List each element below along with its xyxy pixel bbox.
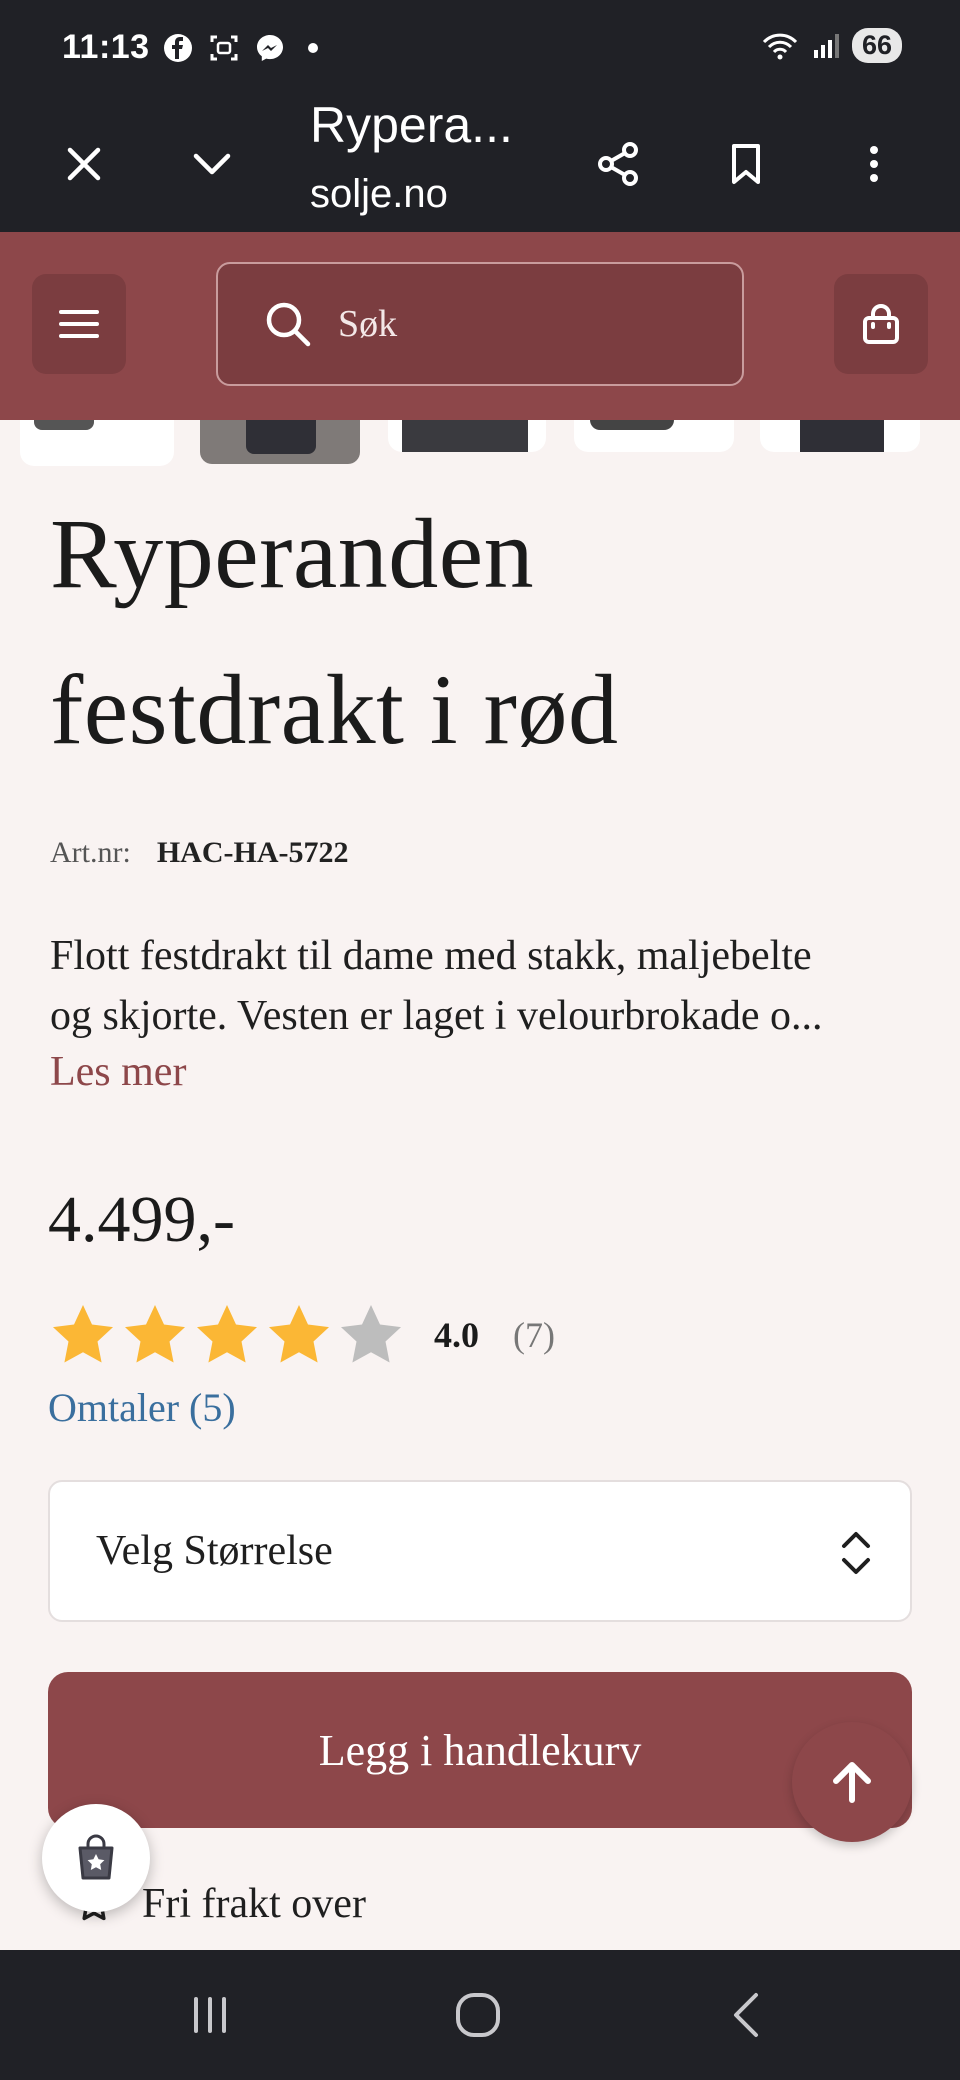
- close-tab-button[interactable]: [44, 124, 124, 204]
- share-button[interactable]: [578, 124, 658, 204]
- rating-stars: [48, 1300, 406, 1370]
- size-select[interactable]: Velg Størrelse: [48, 1480, 912, 1622]
- product-price: 4.499,-: [48, 1183, 235, 1256]
- page-title: Rypera...: [310, 97, 513, 153]
- menu-button[interactable]: [32, 274, 126, 374]
- status-bar: 11:13 66: [0, 0, 960, 96]
- shipping-text: Fri frakt over: [142, 1881, 366, 1927]
- recent-apps-icon: [194, 1997, 226, 2033]
- star-bag-icon: [78, 1834, 114, 1880]
- star-empty-icon: [341, 1305, 401, 1363]
- hamburger-icon: [59, 310, 99, 338]
- product-title-line1: Ryperanden: [50, 498, 535, 609]
- product-title: Ryperanden festdrakt i rød: [50, 476, 930, 788]
- product-thumbnails: [0, 420, 960, 466]
- rating-value: 4.0: [434, 1315, 479, 1355]
- browser-toolbar: Rypera... solje.no: [0, 96, 960, 232]
- minimize-button[interactable]: [172, 124, 252, 204]
- article-number-label: Art.nr:: [50, 836, 131, 869]
- star-filled-icon: [125, 1305, 185, 1363]
- article-number-value: HAC-HA-5722: [156, 836, 349, 869]
- thumbnail-image[interactable]: [20, 420, 174, 466]
- rating-count: (7): [513, 1315, 555, 1355]
- chevron-down-icon: [193, 153, 231, 175]
- rating[interactable]: 4.0 (7): [48, 1300, 555, 1370]
- star-filled-icon: [197, 1305, 257, 1363]
- more-vert-icon: [870, 146, 878, 182]
- back-icon: [734, 1993, 758, 2037]
- product-description: Flott festdrakt til dame med stakk, malj…: [50, 926, 920, 1046]
- signal-icon: [813, 33, 839, 58]
- add-to-cart-button[interactable]: Legg i handlekurv: [48, 1672, 912, 1828]
- cart-button[interactable]: [834, 274, 928, 374]
- messenger-icon: [257, 35, 283, 61]
- reviews-badge-button[interactable]: [42, 1804, 150, 1912]
- wifi-icon: [762, 33, 798, 59]
- reviews-link[interactable]: Omtaler (5): [48, 1384, 236, 1431]
- read-more-link[interactable]: Les mer: [50, 1048, 186, 1096]
- system-navigation-bar: [0, 1950, 960, 2080]
- site-header: Søk: [0, 232, 960, 420]
- bookmark-button[interactable]: [706, 124, 786, 204]
- search-input[interactable]: Søk: [216, 262, 744, 386]
- thumbnail-image[interactable]: [760, 420, 920, 452]
- system-status: 66: [760, 28, 902, 63]
- chevron-up-down-icon: [842, 1532, 870, 1574]
- status-time: 11:13: [62, 28, 150, 66]
- star-filled-icon: [269, 1305, 329, 1363]
- home-icon: [456, 1993, 500, 2037]
- description-line1: Flott festdrakt til dame med stakk, malj…: [50, 933, 812, 979]
- search-icon: [266, 302, 311, 347]
- description-line2: og skjorte. Vesten er laget i velourbrok…: [50, 993, 823, 1039]
- arrow-up-icon: [833, 1762, 871, 1803]
- home-button[interactable]: [428, 1978, 528, 2052]
- recent-apps-button[interactable]: [160, 1978, 260, 2052]
- page-url: solje.no: [310, 172, 448, 216]
- bookmark-icon: [732, 144, 760, 184]
- battery-level: 66: [851, 28, 902, 63]
- notification-icons: [162, 32, 318, 64]
- close-icon: [67, 147, 101, 181]
- article-number: Art.nr: HAC-HA-5722: [50, 836, 348, 870]
- size-select-value: Velg Størrelse: [96, 1528, 333, 1574]
- scroll-to-top-button[interactable]: [792, 1722, 912, 1842]
- back-button[interactable]: [698, 1978, 798, 2052]
- search-placeholder: Søk: [338, 303, 398, 345]
- star-filled-icon: [53, 1305, 113, 1363]
- thumbnail-image[interactable]: [574, 420, 734, 452]
- facebook-icon: [164, 34, 192, 62]
- shopping-bag-icon: [863, 304, 899, 344]
- thumbnail-image[interactable]: [200, 420, 360, 464]
- share-icon: [598, 142, 638, 186]
- more-options-button[interactable]: [834, 124, 914, 204]
- product-title-line2: festdrakt i rød: [50, 654, 619, 765]
- thumbnail-image[interactable]: [388, 420, 546, 452]
- more-notifications-dot: [308, 43, 318, 53]
- screenshot-icon: [210, 35, 238, 61]
